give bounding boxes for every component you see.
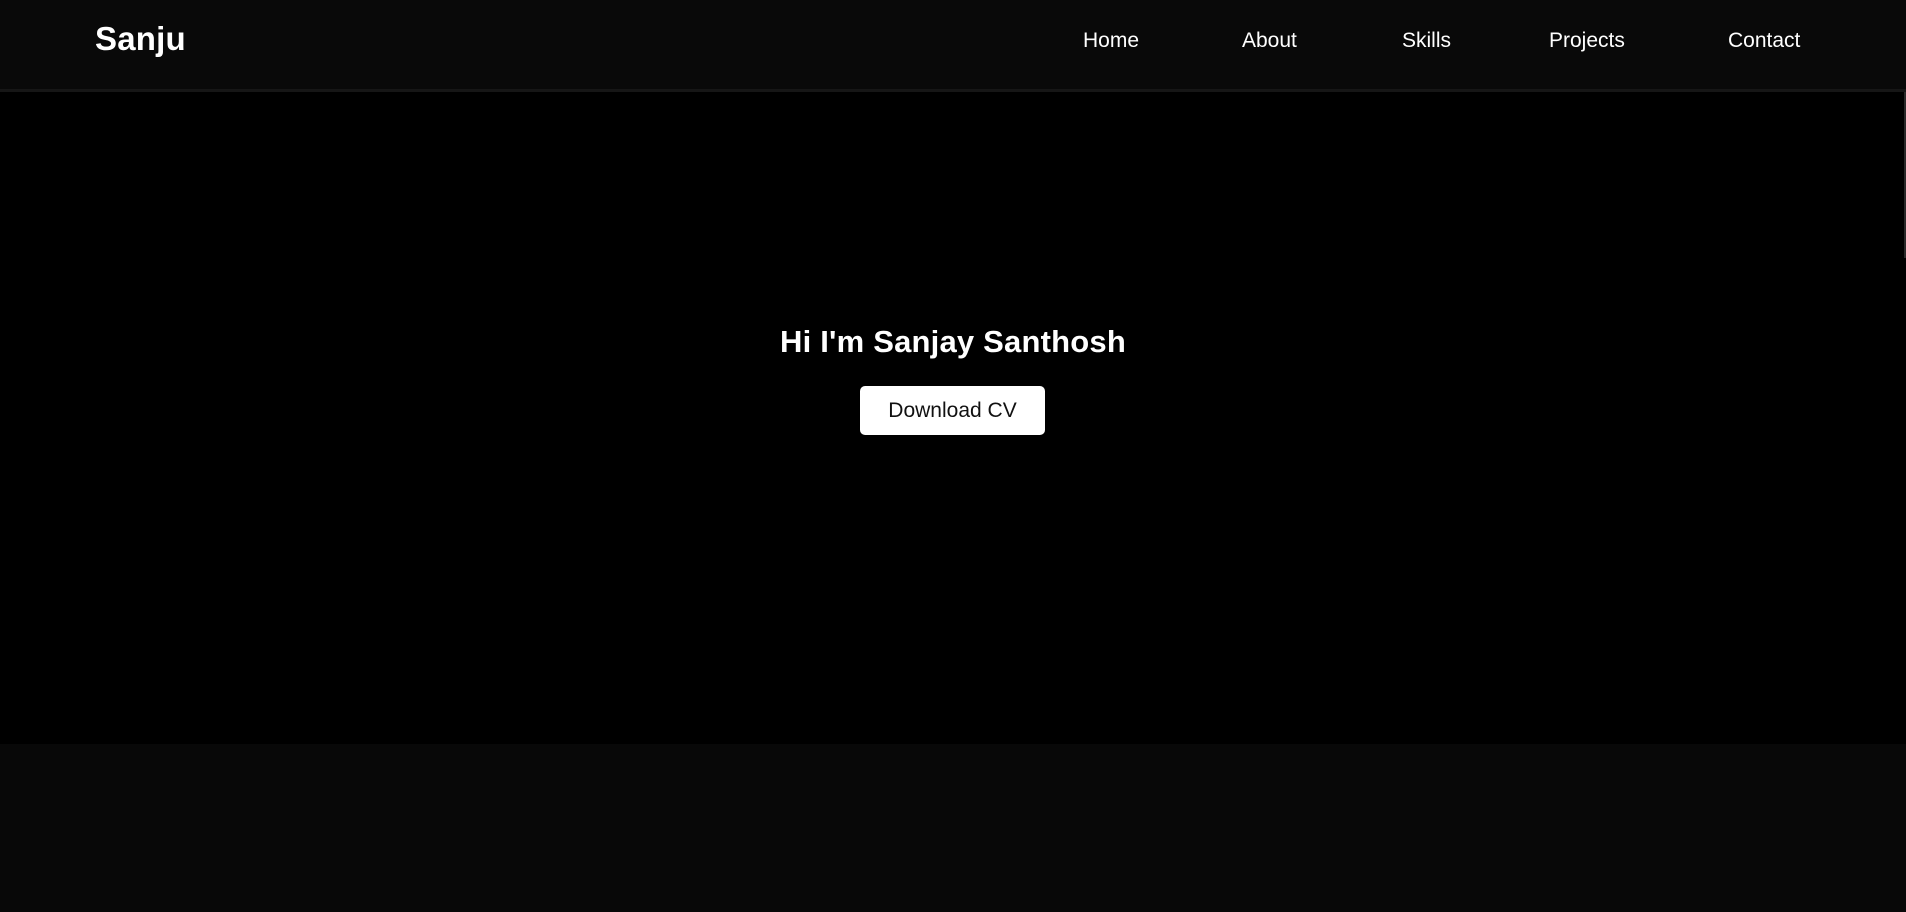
nav-skills-link[interactable]: Skills [1402, 29, 1451, 53]
download-cv-button[interactable]: Download CV [860, 386, 1045, 435]
nav-home-link[interactable]: Home [1083, 29, 1139, 53]
top-navbar: Sanju Home About Skills Projects Contact [0, 0, 1906, 92]
hero-section: Hi I'm Sanjay Santhosh Download CV [0, 92, 1906, 744]
hero-title: Hi I'm Sanjay Santhosh [780, 323, 1126, 359]
portfolio-page: Sanju Home About Skills Projects Contact… [0, 0, 1906, 912]
nav-about-link[interactable]: About [1242, 29, 1297, 53]
nav-links: Home About Skills Projects Contact [0, 29, 1906, 59]
nav-projects-link[interactable]: Projects [1549, 29, 1625, 53]
nav-contact-link[interactable]: Contact [1728, 29, 1800, 53]
next-section-background [0, 744, 1906, 912]
